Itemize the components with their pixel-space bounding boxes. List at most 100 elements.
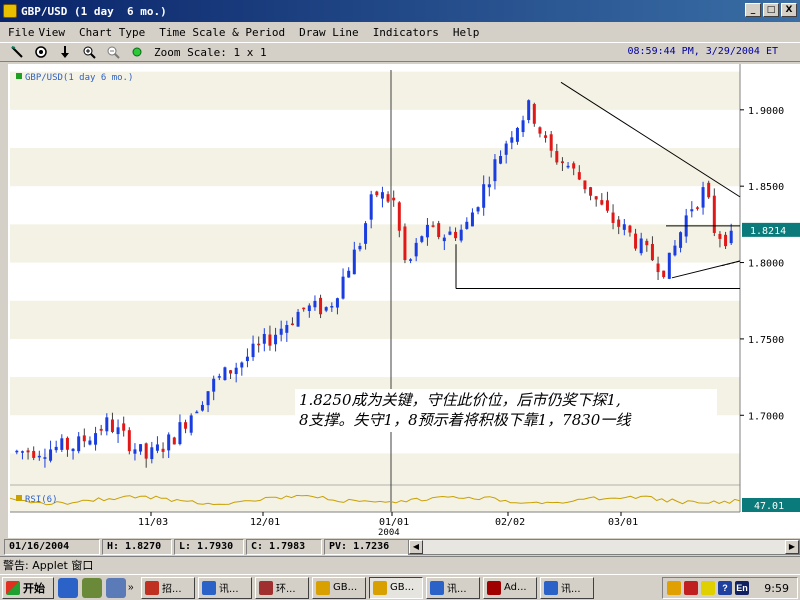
target-icon[interactable]: [32, 44, 50, 60]
candle-up: [60, 438, 64, 450]
candle-up: [307, 305, 311, 311]
candle-up: [155, 444, 159, 451]
candle-up: [20, 451, 24, 453]
chart-annotation: 1.8250成为关键，守住此价位，后市仍奖下探1, 8支撑。失守1，8预示着将积…: [295, 389, 717, 432]
task-7[interactable]: Ad...: [483, 576, 537, 599]
language-icon[interactable]: En: [735, 581, 749, 595]
y-tick-label: 1.9000: [748, 106, 784, 117]
x-year-label: 2004: [378, 528, 400, 538]
start-button[interactable]: 开始: [2, 576, 54, 599]
candle-up: [414, 242, 418, 257]
network-icon[interactable]: [684, 581, 698, 595]
candle-up: [262, 333, 266, 344]
horizontal-scrollbar[interactable]: ◀ ▶: [408, 539, 800, 555]
bulb-icon[interactable]: [701, 581, 715, 595]
menu-draw-line[interactable]: Draw Line: [299, 26, 359, 39]
desktop-icon[interactable]: [106, 577, 126, 598]
chart-band: [10, 148, 740, 187]
task-8[interactable]: 讯...: [540, 576, 594, 599]
candle-down: [172, 437, 176, 445]
candle-down: [707, 182, 711, 198]
task-6[interactable]: 讯...: [426, 576, 480, 599]
start-label: 开始: [23, 581, 45, 595]
candle-down: [572, 163, 576, 169]
candle-up: [43, 457, 47, 459]
menu-indicators[interactable]: Indicators: [373, 26, 439, 39]
more-icon[interactable]: »: [128, 582, 138, 593]
candle-up: [465, 221, 469, 229]
dot-icon[interactable]: [128, 44, 146, 60]
candle-down: [555, 151, 559, 163]
candle-up: [150, 447, 154, 460]
minimize-button[interactable]: _: [745, 3, 761, 17]
candle-up: [448, 231, 452, 235]
pencil-icon[interactable]: [8, 44, 26, 60]
scroll-left-icon[interactable]: ◀: [409, 540, 423, 554]
chart-area[interactable]: 1.9000 1.8500 1.8000 1.7500 1.7000 1.8214 47.0…: [8, 64, 800, 538]
menu-help[interactable]: Help: [453, 26, 480, 39]
candle-up: [15, 450, 19, 453]
candle-down: [718, 233, 722, 239]
candle-up: [212, 378, 216, 392]
task-4[interactable]: GB...: [312, 576, 366, 599]
candle-up: [167, 434, 171, 451]
zoom-scale-label: Zoom Scale: 1 x 1: [154, 45, 267, 59]
close-button[interactable]: X: [781, 3, 797, 17]
app-window: GBP/USD (1 day 6 mo.) _ □ X File View Ch…: [0, 0, 800, 600]
ie-icon[interactable]: [58, 577, 78, 598]
candle-up: [77, 436, 81, 452]
candle-up: [352, 249, 356, 275]
candle-down: [319, 297, 323, 315]
candle-up: [116, 427, 120, 435]
menu-file[interactable]: File: [8, 26, 35, 39]
candle-up: [279, 328, 283, 335]
menu-time-scale[interactable]: Time Scale & Period: [159, 26, 285, 39]
candle-up: [364, 223, 368, 244]
candle-down: [600, 200, 604, 205]
legend-label: GBP/USD(1 day 6 mo.): [25, 73, 133, 83]
candle-down: [695, 207, 699, 209]
menu-chart-type[interactable]: Chart Type: [79, 26, 145, 39]
x-tick-label: 11/03: [138, 517, 168, 528]
candle-down: [617, 219, 621, 227]
help-icon[interactable]: ?: [718, 581, 732, 595]
candle-down: [32, 450, 36, 458]
task-2[interactable]: 讯...: [198, 576, 252, 599]
task-5[interactable]: GB...: [369, 576, 423, 599]
zoom-out-icon[interactable]: [104, 44, 122, 60]
rsi-swatch: [16, 495, 22, 501]
rsi-label: RSI(6): [25, 495, 58, 505]
candle-up: [493, 159, 497, 182]
outlook-icon[interactable]: [82, 577, 102, 598]
candle-down: [375, 191, 379, 196]
task-3[interactable]: 环...: [255, 576, 309, 599]
maximize-button[interactable]: □: [763, 3, 779, 17]
info-high: H: 1.8270: [102, 539, 172, 555]
y-tick-label: 1.8500: [748, 182, 784, 193]
info-low: L: 1.7930: [174, 539, 244, 555]
price-chart[interactable]: 1.9000 1.8500 1.8000 1.7500 1.7000 1.8214 47.0…: [8, 64, 800, 538]
task-1[interactable]: 招...: [141, 576, 195, 599]
candle-up: [285, 325, 289, 333]
rsi-value-label: 47.01: [754, 501, 784, 512]
candle-up: [420, 236, 424, 242]
candle-down: [656, 263, 660, 273]
menu-view[interactable]: View: [39, 26, 66, 39]
rsi-panel: [10, 486, 740, 512]
umbrella-icon[interactable]: [667, 581, 681, 595]
candle-down: [538, 127, 542, 134]
info-date: 01/16/2004: [4, 539, 100, 555]
candle-down: [65, 437, 69, 450]
candle-down: [605, 200, 609, 211]
candle-down: [544, 135, 548, 138]
scroll-right-icon[interactable]: ▶: [785, 540, 799, 554]
candle-up: [296, 311, 300, 327]
down-arrow-icon[interactable]: [56, 44, 74, 60]
candle-up: [527, 100, 531, 121]
zoom-in-icon[interactable]: [80, 44, 98, 60]
candle-down: [268, 334, 272, 346]
candle-up: [195, 411, 199, 414]
candle-up: [105, 417, 109, 432]
candle-down: [302, 307, 306, 310]
candle-down: [403, 226, 407, 261]
